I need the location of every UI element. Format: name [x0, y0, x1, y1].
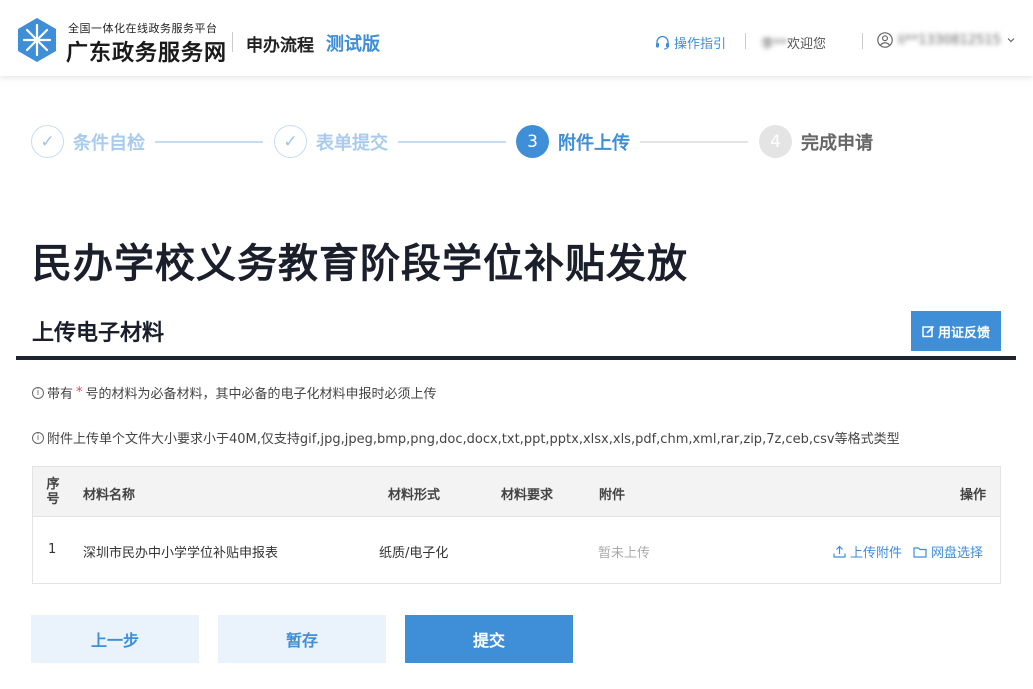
header-divider	[745, 33, 746, 49]
user-icon	[877, 32, 893, 48]
welcome-message: 李**欢迎您	[761, 33, 826, 52]
step-complete: 4 完成申请	[759, 125, 873, 158]
prev-step-button[interactable]: 上一步	[31, 615, 199, 663]
file-rule-note: i 附件上传单个文件大小要求小于40M,仅支持gif,jpg,jpeg,bmp,…	[32, 428, 900, 447]
step-condition-check: ✓ 条件自检	[31, 125, 145, 158]
feedback-button[interactable]: 用证反馈	[911, 311, 1001, 351]
row-material-form: 纸质/电子化	[379, 546, 449, 561]
cloud-disk-select-link[interactable]: 网盘选择	[913, 542, 983, 561]
guide-label: 操作指引	[674, 37, 727, 52]
user-account: li**1330812515	[898, 32, 1001, 48]
welcome-name: 李**	[761, 37, 788, 52]
step-connector	[640, 141, 748, 143]
platform-subtitle: 全国一体化在线政务服务平台	[68, 22, 218, 35]
check-icon: ✓	[31, 125, 64, 158]
header-attachment: 附件	[599, 488, 626, 503]
row-index: 1	[48, 542, 57, 557]
file-rule-text: 附件上传单个文件大小要求小于40M,仅支持gif,jpg,jpeg,bmp,pn…	[47, 432, 900, 447]
nav-test-badge: 测试版	[326, 34, 380, 55]
required-note: i 带有 * 号的材料为必备材料，其中必备的电子化材料申报时必须上传	[32, 383, 437, 402]
required-note-prefix: 带有	[47, 387, 74, 402]
upload-attachment-link[interactable]: 上传附件	[833, 542, 902, 561]
guide-link[interactable]: 操作指引	[655, 33, 726, 52]
cloud-disk-select-label: 网盘选择	[931, 546, 984, 561]
row-material-name: 深圳市民办中小学学位补贴申报表	[83, 546, 279, 561]
check-icon: ✓	[274, 125, 307, 158]
page-title: 民办学校义务教育阶段学位补贴发放	[32, 241, 688, 287]
row-attachment-status: 暂未上传	[598, 546, 651, 561]
table-header: 序号 材料名称 材料形式 材料要求 附件 操作	[33, 467, 1000, 517]
user-menu[interactable]: li**1330812515	[877, 32, 1016, 48]
step-number: 3	[516, 125, 549, 158]
section-divider	[16, 356, 1016, 360]
welcome-text: 欢迎您	[787, 37, 827, 52]
required-star: *	[76, 385, 83, 400]
platform-logo-icon[interactable]	[16, 17, 58, 63]
materials-table: 序号 材料名称 材料形式 材料要求 附件 操作 1 深圳市民办中小学学位补贴申报…	[32, 466, 1001, 584]
top-bar: 全国一体化在线政务服务平台 广东政务服务网 申办流程 测试版 操作指引 李**欢…	[0, 0, 1033, 76]
section-title: 上传电子材料	[32, 321, 165, 346]
folder-icon	[913, 546, 927, 558]
header-operation: 操作	[960, 488, 987, 503]
header-name: 材料名称	[83, 488, 136, 503]
step-label: 完成申请	[801, 132, 873, 154]
info-icon: i	[32, 386, 44, 399]
header-divider	[232, 32, 233, 52]
header-index: 序号	[46, 477, 60, 507]
step-number: 4	[759, 125, 792, 158]
chevron-down-icon	[1007, 38, 1015, 43]
nav-flow-title: 申办流程	[246, 36, 314, 56]
header-form: 材料形式	[388, 488, 441, 503]
step-attachment-upload: 3 附件上传	[516, 125, 630, 158]
step-connector	[398, 141, 506, 143]
step-form-submit: ✓ 表单提交	[274, 125, 388, 158]
required-note-text: 号的材料为必备材料，其中必备的电子化材料申报时必须上传	[85, 387, 437, 402]
step-label: 表单提交	[316, 132, 388, 154]
feedback-label: 用证反馈	[937, 324, 990, 340]
edit-icon	[922, 325, 935, 337]
step-connector	[155, 141, 263, 143]
upload-attachment-label: 上传附件	[850, 546, 903, 561]
step-label: 条件自检	[73, 132, 145, 154]
platform-title[interactable]: 广东政务服务网	[66, 35, 227, 67]
step-label: 附件上传	[558, 132, 630, 154]
header-divider	[862, 33, 863, 49]
headset-icon	[656, 35, 669, 50]
info-icon: i	[32, 431, 44, 444]
header-requirement: 材料要求	[501, 488, 554, 503]
save-draft-button[interactable]: 暂存	[218, 615, 386, 663]
submit-button[interactable]: 提交	[405, 615, 573, 663]
upload-icon	[833, 545, 846, 558]
